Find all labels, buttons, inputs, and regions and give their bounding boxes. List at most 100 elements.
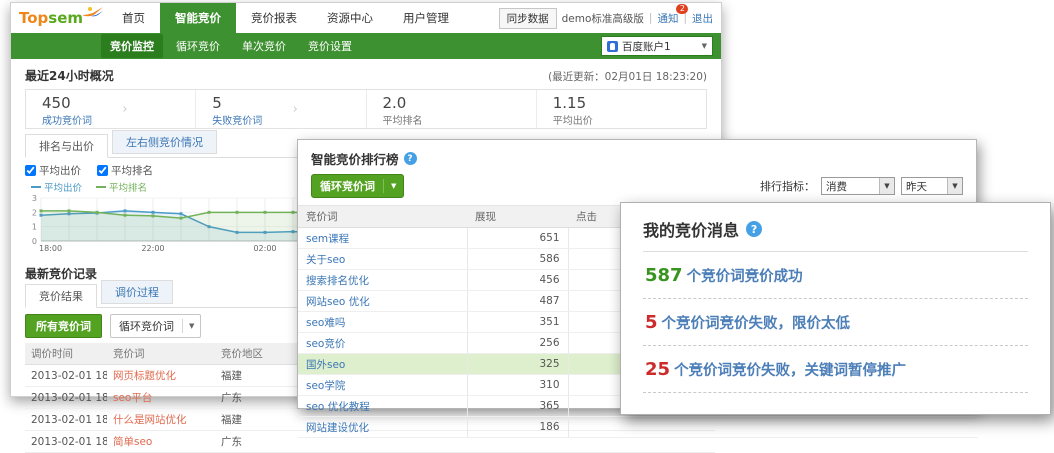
chevron-down-icon: ▼ (182, 319, 200, 333)
checkbox-avg-rank[interactable]: 平均排名 (97, 163, 153, 178)
chevron-down-icon: ▼ (879, 178, 894, 194)
stats-row: 450 成功竞价词 › 5 失败竞价词 › 2.0 平均排名 1.15 平均出价 (25, 89, 707, 129)
tab-left-right-bidding[interactable]: 左右侧竞价情况 (112, 130, 217, 154)
legend-avg-rank: 平均排名 (96, 180, 147, 194)
nav-user-management[interactable]: 用户管理 (388, 3, 464, 33)
tab-bid-result[interactable]: 竞价结果 (25, 284, 97, 308)
separator: | (683, 12, 687, 24)
keyword-link[interactable]: 什么是网站优化 (107, 408, 215, 431)
bid-messages-panel: 我的竞价消息 ? 587 个竞价词竞价成功 5 个竞价词竞价失败，限价太低 25 个竞… (620, 202, 1051, 415)
messages-title: 我的竞价消息 (643, 221, 740, 240)
keyword-link[interactable]: 网站建设优化 (298, 416, 468, 438)
keyword-link[interactable]: seo难吗 (298, 311, 468, 333)
impressions-cell: 651 (467, 227, 569, 249)
help-icon[interactable]: ? (403, 152, 417, 165)
message-failed-low-limit[interactable]: 5 个竞价词竞价失败，限价太低 (643, 299, 1028, 346)
keyword-link[interactable]: 网页标题优化 (107, 364, 215, 387)
nav-bid-report[interactable]: 竞价报表 (236, 3, 312, 33)
chevron-right-icon: › (122, 102, 128, 117)
logout-link[interactable]: 退出 (692, 11, 713, 26)
avg-rank-checkbox[interactable] (97, 165, 108, 176)
separator: | (648, 12, 653, 24)
keyword-link[interactable]: 网站seo 优化 (298, 290, 468, 312)
failed-count: 25 (645, 359, 671, 380)
success-count: 587 (645, 265, 683, 286)
chevron-down-icon: ▼ (383, 179, 403, 193)
chevron-right-icon: › (292, 102, 298, 117)
svg-text:0: 0 (32, 237, 37, 246)
subnav-bid-setting[interactable]: 竞价设置 (299, 34, 361, 58)
svg-text:22:00: 22:00 (141, 244, 164, 253)
keyword-link[interactable]: 简单seo (107, 430, 215, 453)
message-failed-paused[interactable]: 25 个竞价词竞价失败，关键词暂停推广 (643, 346, 1028, 393)
notice-badge: 2 (676, 3, 689, 14)
overview-title: 最近24小时概况 (25, 69, 114, 83)
ctr-cell (773, 416, 873, 438)
keyword-link[interactable]: seo竞价 (298, 332, 468, 354)
subnav-loop-bid[interactable]: 循环竞价 (167, 34, 229, 58)
all-bid-words-button[interactable]: 所有竞价词 (25, 314, 102, 338)
logo-text-top: Top (19, 9, 49, 27)
logo-swoosh-icon (82, 7, 103, 17)
tab-rank-and-price[interactable]: 排名与出价 (25, 134, 108, 158)
impressions-cell: 586 (467, 248, 569, 270)
metric-select[interactable]: 消费 ▼ (821, 177, 895, 195)
col-bid-word: 竞价词 (298, 205, 467, 228)
svg-text:18:00: 18:00 (39, 244, 62, 253)
impressions-cell: 256 (467, 332, 569, 354)
keyword-link[interactable]: seo平台 (107, 386, 215, 409)
period-select[interactable]: 昨天 ▼ (901, 177, 963, 195)
stat-avg-rank: 2.0 平均排名 (365, 90, 536, 128)
chevron-down-icon: ▼ (947, 178, 962, 194)
impressions-cell: 456 (467, 269, 569, 291)
help-icon[interactable]: ? (746, 221, 763, 237)
stat-avg-price: 1.15 平均出价 (535, 90, 706, 128)
impressions-cell: 487 (467, 290, 569, 312)
stat-failed-words[interactable]: 5 失败竞价词 › (195, 90, 365, 128)
svg-text:3: 3 (32, 195, 37, 203)
svg-text:1: 1 (32, 223, 37, 232)
keyword-link[interactable]: 关于seo (298, 248, 468, 270)
impressions-cell: 310 (467, 374, 569, 396)
notice-link[interactable]: 通知 2 (657, 3, 689, 26)
cost-cell (673, 416, 773, 438)
keyword-link[interactable]: 搜索排名优化 (298, 269, 468, 291)
subnav-bid-monitor[interactable]: 竞价监控 (101, 34, 163, 58)
table-row: 网站建设优化 186 (298, 416, 978, 438)
sync-data-button[interactable]: 同步数据 (498, 7, 557, 29)
impressions-cell: 186 (467, 416, 569, 438)
chevron-down-icon: ▼ (701, 42, 707, 50)
subnav-single-bid[interactable]: 单次竞价 (233, 34, 295, 58)
legend-avg-price: 平均出价 (31, 180, 82, 194)
loop-bid-words-dropdown[interactable]: 循环竞价词 ▼ (110, 314, 202, 338)
impressions-cell: 325 (467, 353, 569, 375)
logo-text-sem: sem (48, 9, 84, 27)
checkbox-avg-price[interactable]: 平均出价 (25, 163, 81, 178)
stat-success-words[interactable]: 450 成功竞价词 › (26, 90, 195, 128)
keyword-link[interactable]: seo学院 (298, 374, 468, 396)
nav-smart-bid[interactable]: 智能竞价 (160, 3, 236, 33)
col-adjust-time: 调价时间 (25, 343, 107, 365)
baidu-account-icon (607, 40, 618, 52)
keyword-link[interactable]: 国外seo (298, 353, 468, 375)
svg-text:02:00: 02:00 (253, 244, 276, 253)
keyword-link[interactable]: sem课程 (298, 227, 468, 249)
ranking-toolbar: 循环竞价词 ▼ 排行指标： 消费 ▼ 昨天 ▼ (298, 172, 976, 205)
ranking-title: 智能竞价排行榜 (311, 152, 399, 167)
top-bar: Topsem 首页 智能竞价 竞价报表 资源中心 用户管理 同步数据 demo标… (11, 3, 721, 33)
clicks-cell (568, 416, 673, 438)
svg-text:2: 2 (32, 208, 37, 217)
col-bid-region: 竞价地区 (215, 343, 307, 365)
avg-price-checkbox[interactable] (25, 165, 36, 176)
message-success[interactable]: 587 个竞价词竞价成功 (643, 252, 1028, 299)
loop-bid-words-dropdown[interactable]: 循环竞价词 ▼ (311, 174, 405, 198)
nav-home[interactable]: 首页 (107, 3, 160, 33)
keyword-link[interactable]: seo 优化教程 (298, 395, 468, 417)
top-bar-right: 同步数据 demo标准高级版 | 通知 2 | 退出 (498, 3, 721, 33)
cpc-cell (873, 416, 978, 438)
nav-resource-center[interactable]: 资源中心 (312, 3, 388, 33)
tab-adjust-process[interactable]: 调价过程 (101, 280, 173, 304)
account-selector[interactable]: 百度账户1 ▼ (601, 36, 713, 56)
last-updated-text: (最近更新：02月01日 18:23:20) (548, 71, 707, 83)
topsem-logo[interactable]: Topsem (11, 3, 107, 33)
